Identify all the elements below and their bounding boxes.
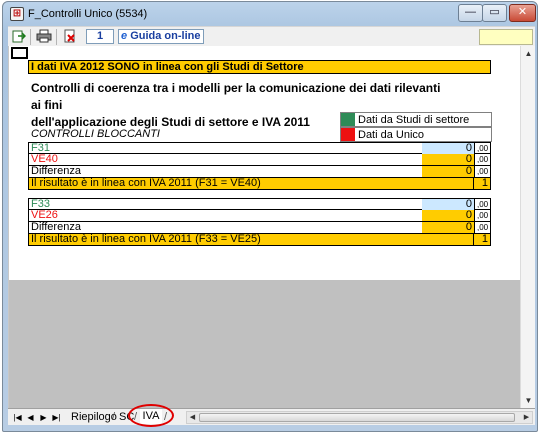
guida-online-button[interactable]: e Guida on-line bbox=[118, 29, 204, 44]
result-row: Il risultato è in linea con IVA 2011 (F3… bbox=[28, 178, 491, 190]
status-field bbox=[479, 29, 533, 45]
toolbar-separator bbox=[30, 29, 31, 45]
internet-explorer-icon: e bbox=[121, 30, 128, 42]
active-cell[interactable] bbox=[11, 47, 28, 59]
delete-document-icon[interactable] bbox=[62, 29, 78, 45]
row-decimal: ,00 bbox=[474, 210, 491, 221]
next-sheet-icon[interactable]: ▶ bbox=[38, 411, 49, 424]
table-row-ve40: VE40 0 ,00 bbox=[28, 154, 491, 166]
row-label: VE26 bbox=[31, 209, 58, 221]
export-icon[interactable] bbox=[11, 29, 27, 45]
title-bar[interactable]: ⊞ F_Controlli Unico (5534) — ▭ ✕ bbox=[3, 2, 537, 26]
row-decimal: ,00 bbox=[474, 222, 491, 233]
section-title: CONTROLLI BLOCCANTI bbox=[31, 128, 160, 140]
row-label: Differenza bbox=[31, 221, 81, 233]
table-row-f33: F33 0 ,00 bbox=[28, 198, 491, 210]
guida-online-label: Guida on-line bbox=[130, 30, 201, 42]
result-label: Il risultato è in linea con IVA 2011 (F3… bbox=[31, 233, 261, 245]
window-title: F_Controlli Unico (5534) bbox=[28, 8, 148, 20]
row-decimal: ,00 bbox=[474, 166, 491, 177]
scroll-down-icon[interactable]: ▼ bbox=[521, 393, 536, 408]
app-icon: ⊞ bbox=[10, 7, 24, 21]
app-window: ⊞ F_Controlli Unico (5534) — ▭ ✕ 1 e Gui… bbox=[2, 1, 538, 432]
tab-riepilogo[interactable]: Riepilogo bbox=[71, 410, 117, 424]
highlight-circle bbox=[128, 404, 174, 427]
previous-sheet-icon[interactable]: ◀ bbox=[25, 411, 36, 424]
row-value[interactable]: 0 bbox=[422, 166, 474, 177]
vertical-scrollbar[interactable]: ▲ ▼ bbox=[520, 46, 535, 408]
row-decimal: ,00 bbox=[474, 143, 491, 154]
legend-label: Dati da Unico bbox=[358, 129, 425, 141]
row-label: Differenza bbox=[31, 165, 81, 177]
toolbar-separator bbox=[56, 29, 57, 45]
result-row: Il risultato è in linea con IVA 2011 (F3… bbox=[28, 234, 491, 246]
table-row-f31: F31 0 ,00 bbox=[28, 142, 491, 154]
legend-label: Dati da Studi di settore bbox=[358, 114, 470, 126]
scroll-left-icon[interactable]: ◀ bbox=[187, 412, 198, 423]
green-swatch bbox=[341, 113, 355, 126]
sheet-area: I dati IVA 2012 SONO in linea con gli St… bbox=[8, 46, 521, 408]
scroll-right-icon[interactable]: ▶ bbox=[521, 412, 532, 423]
table-row-ve26: VE26 0 ,00 bbox=[28, 210, 491, 222]
row-value[interactable]: 0 bbox=[422, 210, 474, 221]
result-value: 1 bbox=[473, 234, 490, 245]
row-decimal: ,00 bbox=[474, 199, 491, 210]
heading-line-1: Controlli di coerenza tra i modelli per … bbox=[31, 81, 441, 112]
toolbar: 1 e Guida on-line bbox=[8, 26, 535, 46]
row-decimal: ,00 bbox=[474, 154, 491, 165]
result-label: Il risultato è in linea con IVA 2011 (F3… bbox=[31, 177, 261, 189]
horizontal-scrollbar[interactable]: ◀ ▶ bbox=[186, 411, 533, 424]
empty-area bbox=[9, 280, 521, 408]
scroll-thumb[interactable] bbox=[199, 413, 515, 422]
tab-separator: / bbox=[112, 411, 116, 423]
first-sheet-icon[interactable]: |◀ bbox=[12, 411, 23, 424]
close-button[interactable]: ✕ bbox=[509, 4, 536, 22]
result-value: 1 bbox=[473, 178, 490, 189]
scroll-up-icon[interactable]: ▲ bbox=[521, 46, 536, 61]
sheet-tab-bar: |◀ ◀ ▶ ▶| Riepilogo / SC / IVA / ◀ ▶ bbox=[8, 404, 535, 427]
status-banner: I dati IVA 2012 SONO in linea con gli St… bbox=[28, 60, 491, 74]
row-value[interactable]: 0 bbox=[422, 222, 474, 233]
print-icon[interactable] bbox=[36, 29, 52, 45]
red-swatch bbox=[341, 128, 355, 141]
legend-studi-settore: Dati da Studi di settore bbox=[340, 112, 492, 127]
maximize-button[interactable]: ▭ bbox=[482, 4, 507, 22]
row-label: VE40 bbox=[31, 153, 58, 165]
row-value[interactable]: 0 bbox=[422, 154, 474, 165]
minimize-button[interactable]: — bbox=[458, 4, 483, 22]
last-sheet-icon[interactable]: ▶| bbox=[51, 411, 62, 424]
legend-unico: Dati da Unico bbox=[340, 127, 492, 142]
page-number-field[interactable]: 1 bbox=[86, 29, 114, 44]
